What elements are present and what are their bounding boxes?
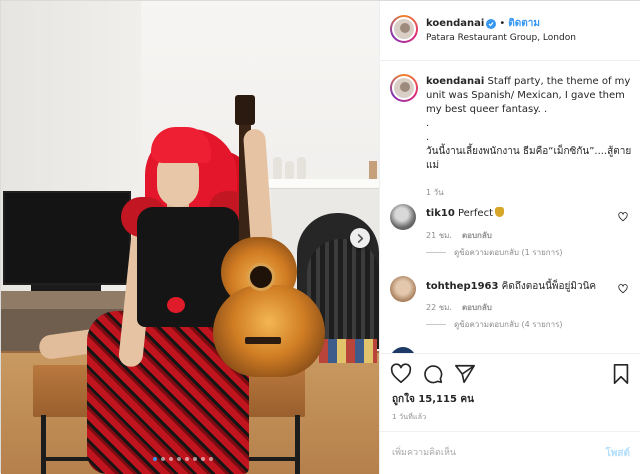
post-timestamp: 1 วันที่แล้ว: [392, 413, 427, 421]
photo-guitar-bridge: [245, 337, 281, 344]
author-line: koendanai • ติดตาม: [426, 16, 540, 31]
photo-guitar-body: [213, 285, 325, 377]
post-photo[interactable]: [1, 1, 379, 474]
comment-like-icon[interactable]: [618, 212, 628, 222]
location-link[interactable]: Patara Restaurant Group, London: [426, 33, 576, 43]
carousel-dot: [193, 457, 197, 461]
carousel-indicator: [153, 457, 213, 461]
comment-like-icon[interactable]: [618, 284, 628, 294]
like-button[interactable]: [390, 363, 412, 385]
heart-icon: [390, 363, 412, 384]
view-replies-button[interactable]: ดูข้อความตอบกลับ (1 รายการ): [426, 246, 563, 259]
comment-text: tohthep1963 คิดถึงตอนนี้พ็อยู่มิวนิค: [426, 279, 596, 294]
comments-list[interactable]: koendanai Staff party, the theme of my u…: [380, 62, 640, 352]
carousel-dot: [201, 457, 205, 461]
commenter-avatar[interactable]: [390, 276, 416, 302]
author-avatar[interactable]: [390, 15, 418, 43]
photo-tv: [3, 191, 131, 285]
carousel-dot: [169, 457, 173, 461]
author-username[interactable]: koendanai: [426, 18, 484, 29]
follow-button[interactable]: ติดตาม: [508, 18, 540, 29]
carousel-next-button[interactable]: [350, 228, 370, 248]
post-actions: ถูกใจ 15,115 คน: [380, 353, 640, 409]
photo-vase: [273, 157, 282, 179]
photo-guitar-head: [235, 95, 255, 125]
carousel-dot: [177, 457, 181, 461]
photo-person-flower: [167, 297, 185, 313]
comment-time: 21 ชม.: [426, 231, 452, 240]
reply-button[interactable]: ตอบกลับ: [462, 231, 492, 240]
share-button[interactable]: [454, 363, 476, 385]
photo-vase: [285, 161, 294, 179]
commenter-username[interactable]: tik10: [426, 208, 455, 219]
view-replies-button[interactable]: ดูข้อความตอบกลับ (4 รายการ): [426, 318, 563, 331]
photo-bench-leg: [295, 415, 300, 474]
caption-avatar[interactable]: [390, 74, 418, 102]
comment-time: 22 ชม.: [426, 303, 452, 312]
commenter-avatar[interactable]: [390, 204, 416, 230]
comment-body: Perfect: [457, 208, 493, 219]
commenter-username[interactable]: tohthep1963: [426, 281, 498, 292]
comment-button[interactable]: [422, 363, 444, 385]
share-icon: [455, 364, 475, 384]
carousel-dot: [185, 457, 189, 461]
reply-button[interactable]: ตอบกลับ: [462, 303, 492, 312]
post-comment-button[interactable]: โพสต์: [605, 446, 630, 461]
caption-text: koendanai Staff party, the theme of my u…: [426, 75, 632, 173]
add-comment-bar: โพสต์: [380, 431, 640, 474]
bookmark-icon: [613, 364, 629, 384]
caption-timestamp: 1 วัน: [426, 188, 444, 197]
photo-guitar-soundhole: [247, 263, 275, 291]
likes-count[interactable]: ถูกใจ 15,115 คน: [392, 392, 474, 407]
carousel-dot: [153, 457, 157, 461]
comment-meta: 21 ชม. ตอบกลับ: [426, 229, 502, 242]
verified-badge-icon: [486, 19, 497, 29]
photo-mantel: [263, 179, 379, 189]
carousel-next-icon: [357, 233, 363, 243]
instagram-post: koendanai • ติดตาม Patara Restaurant Group…: [0, 0, 640, 474]
photo-bench-leg: [41, 415, 46, 474]
photo-person-bangs: [151, 127, 211, 163]
photo-bottle: [369, 161, 377, 179]
post-side-panel: koendanai • ติดตาม Patara Restaurant Group…: [379, 1, 640, 474]
caption-body: Staff party, the theme of my unit was Sp…: [426, 76, 632, 171]
save-button[interactable]: [610, 363, 632, 385]
photo-books: [319, 339, 377, 363]
emoji-money-bag-icon: [495, 207, 504, 217]
caption-username[interactable]: koendanai: [426, 76, 484, 87]
comment-text: tik10 Perfect: [426, 207, 504, 219]
photo-vase: [297, 157, 306, 179]
carousel-dot: [161, 457, 165, 461]
post-header: koendanai • ติดตาม Patara Restaurant Group…: [380, 1, 640, 61]
comment-icon: [424, 365, 443, 384]
separator: •: [499, 18, 506, 29]
carousel-dot: [209, 457, 213, 461]
add-comment-input[interactable]: [392, 444, 592, 462]
comment-meta: 22 ชม. ตอบกลับ: [426, 301, 502, 314]
comment-body: คิดถึงตอนนี้พ็อยู่มิวนิค: [501, 281, 597, 292]
